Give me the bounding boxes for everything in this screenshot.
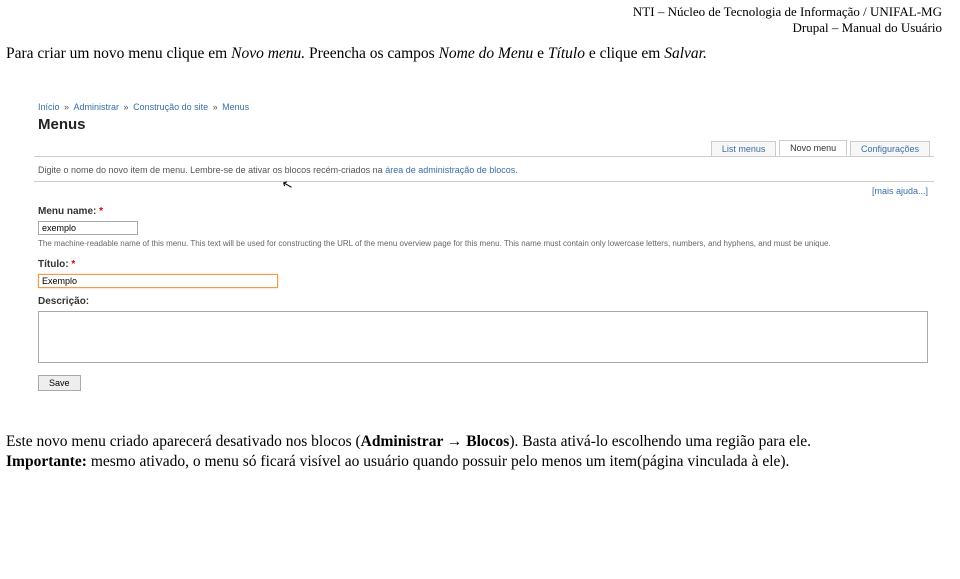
titulo-input[interactable] [38, 274, 278, 288]
save-button-wrap: Save [38, 375, 930, 391]
menu-name-input[interactable] [38, 221, 138, 235]
p2-text-c: ). Basta ativá-lo escolhendo uma região … [509, 433, 811, 450]
p2-text-a: Este novo menu criado aparecerá desativa… [6, 433, 361, 450]
form-intro-text: Digite o nome do novo item de menu. Lemb… [38, 165, 385, 175]
intro-paragraph: Para criar um novo menu clique em Novo m… [6, 44, 707, 65]
p3-text: mesmo ativado, o menu só ficará visível … [87, 453, 789, 470]
intro-text-4: e clique em [585, 45, 664, 62]
intro-nome-menu: Nome do Menu [439, 45, 534, 62]
descricao-label: Descrição: [34, 294, 934, 309]
breadcrumb-construcao[interactable]: Construção do site [133, 102, 208, 112]
intro-text: Para criar um novo menu clique em [6, 45, 231, 62]
menu-name-label-text: Menu name: [38, 206, 96, 217]
descricao-textarea[interactable] [38, 311, 928, 363]
bottom-paragraph: Este novo menu criado aparecerá desativa… [6, 432, 942, 473]
titulo-label: Título: * [34, 257, 934, 272]
tabs-row: List menus Novo menu Configurações [34, 139, 934, 157]
document-header: NTI – Núcleo de Tecnologia de Informação… [633, 4, 942, 37]
save-button[interactable]: Save [38, 375, 81, 391]
menu-name-label: Menu name: * [34, 204, 934, 219]
breadcrumb-menus[interactable]: Menus [222, 102, 249, 112]
required-marker: * [99, 206, 103, 217]
header-line-2: Drupal – Manual do Usuário [633, 20, 942, 36]
form-intro-dot: . [515, 165, 518, 175]
more-help-link[interactable]: [mais ajuda...] [34, 182, 934, 204]
breadcrumb-sep: » [121, 102, 131, 112]
titulo-field-box [38, 274, 930, 288]
tab-novo-menu[interactable]: Novo menu [779, 140, 847, 156]
blocos-admin-link[interactable]: área de administração de blocos [385, 165, 515, 175]
menu-name-desc: The machine-readable name of this menu. … [34, 237, 934, 257]
intro-titulo: Título [548, 45, 585, 62]
intro-novo-menu: Novo menu. [231, 45, 305, 62]
intro-salvar: Salvar. [664, 45, 707, 62]
breadcrumb: Início » Administrar » Construção do sit… [34, 100, 934, 114]
intro-text-2: Preencha os campos [305, 45, 438, 62]
tab-configuracoes[interactable]: Configurações [850, 141, 930, 156]
titulo-label-text: Título: [38, 259, 69, 270]
p3-importante: Importante: [6, 453, 87, 470]
header-line-1: NTI – Núcleo de Tecnologia de Informação… [633, 4, 942, 20]
breadcrumb-sep: » [210, 102, 220, 112]
form-intro: Digite o nome do novo item de menu. Lemb… [34, 157, 934, 177]
tab-list-menus[interactable]: List menus [711, 141, 777, 156]
breadcrumb-inicio[interactable]: Início [38, 102, 60, 112]
drupal-screenshot: Início » Administrar » Construção do sit… [34, 100, 934, 412]
p2-admin-blocos: Administrar → Blocos [361, 433, 510, 450]
intro-text-3: e [533, 45, 548, 62]
page-title: Menus [34, 114, 934, 139]
breadcrumb-admin[interactable]: Administrar [74, 102, 120, 112]
breadcrumb-sep: » [62, 102, 72, 112]
required-marker: * [71, 259, 75, 270]
menu-name-field-box [38, 221, 930, 235]
